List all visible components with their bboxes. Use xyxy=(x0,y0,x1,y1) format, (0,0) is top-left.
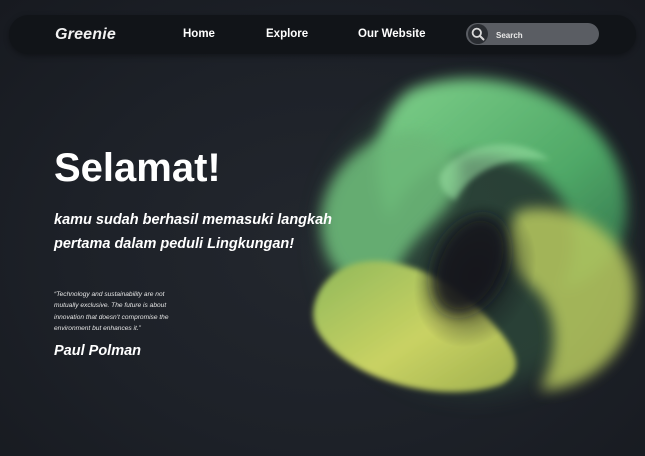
nav-home-link[interactable]: Home xyxy=(183,28,215,40)
quote-line: environment but enhances it.” xyxy=(54,325,141,333)
nav-our-website-link[interactable]: Our Website xyxy=(358,28,426,40)
search-input[interactable] xyxy=(494,26,598,44)
top-navbar: Greenie Home Explore Our Website xyxy=(9,15,636,54)
brand-logo[interactable]: Greenie xyxy=(55,26,116,44)
quote-line: “Technology and sustainability are not xyxy=(54,291,165,298)
quote-line: mutually exclusive. The future is about xyxy=(54,302,167,310)
hero-subtitle-line: pertama dalam peduli Lingkungan! xyxy=(54,236,295,252)
quote-author: Paul Polman xyxy=(54,343,142,359)
hero-title: Selamat! xyxy=(54,146,221,190)
hero-subtitle: kamu sudah berhasil memasuki langkah per… xyxy=(54,208,354,256)
search-bar[interactable] xyxy=(466,23,599,45)
quote-text: “Technology and sustainability are not m… xyxy=(54,289,204,335)
nav-explore-link[interactable]: Explore xyxy=(266,28,308,40)
hero-subtitle-line: kamu sudah berhasil memasuki langkah xyxy=(54,212,333,228)
search-icon[interactable] xyxy=(468,24,488,44)
quote-line: innovation that doesn't compromise the xyxy=(54,313,169,321)
